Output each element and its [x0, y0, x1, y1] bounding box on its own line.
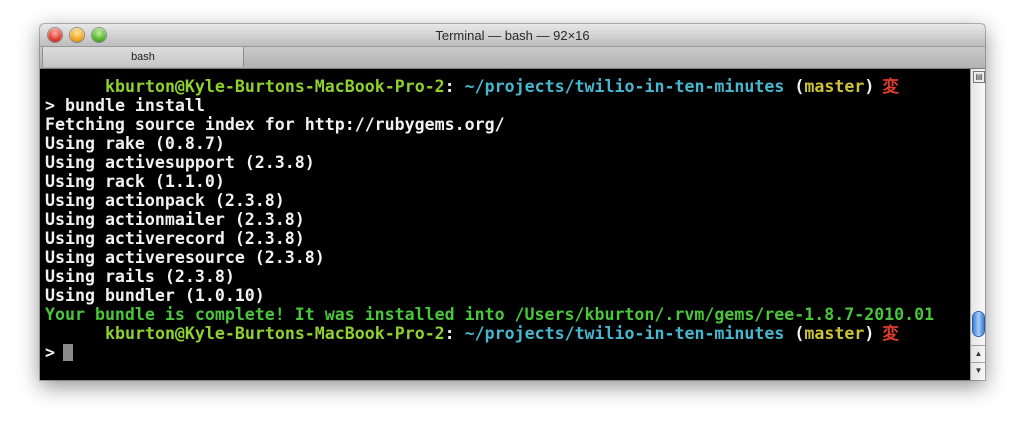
prompt-branch: master [804, 77, 865, 96]
prompt-dirty-flag: 変 [882, 77, 899, 96]
vertical-scrollbar[interactable]: ▤ ▲ ▼ [970, 69, 985, 380]
prompt-colon: : [444, 324, 455, 343]
output-line: Using bundler (1.0.10) [45, 286, 265, 305]
scroll-down-arrow-icon[interactable]: ▼ [971, 362, 985, 378]
prompt-open-paren: ( [794, 324, 805, 343]
prompt-path: ~/projects/twilio-in-ten-minutes [464, 77, 785, 96]
terminal-output[interactable]: kburton@Kyle-Burtons-MacBook-Pro-2: ~/pr… [40, 69, 970, 380]
prompt-close-paren: ) [864, 77, 875, 96]
prompt-line: kburton@Kyle-Burtons-MacBook-Pro-2: ~/pr… [45, 77, 970, 96]
text-cursor [63, 344, 73, 361]
output-line: Using activesupport (2.3.8) [45, 153, 315, 172]
output-line: Using rack (1.1.0) [45, 172, 225, 191]
prompt-line: kburton@Kyle-Burtons-MacBook-Pro-2: ~/pr… [45, 324, 970, 343]
tab-bar: bash [40, 47, 985, 69]
input-line[interactable]: > [45, 343, 970, 362]
prompt-open-paren: ( [794, 77, 805, 96]
output-line: Using rake (0.8.7) [45, 134, 225, 153]
scrollbar-thumb[interactable] [973, 312, 984, 336]
output-line: Using activeresource (2.3.8) [45, 248, 325, 267]
command-prompt-symbol: > [45, 96, 55, 115]
prompt-dirty-flag: 変 [882, 324, 899, 343]
prompt-colon: : [444, 77, 455, 96]
prompt-user-host: kburton@Kyle-Burtons-MacBook-Pro-2 [105, 77, 445, 96]
output-line: Using activerecord (2.3.8) [45, 229, 305, 248]
input-prompt-symbol: > [45, 343, 55, 362]
output-line: Using rails (2.3.8) [45, 267, 235, 286]
command-text: bundle install [65, 96, 205, 115]
terminal-window: Terminal — bash — 92×16 bash kburton@Kyl… [40, 24, 985, 380]
command-line: > bundle install [45, 96, 970, 115]
split-pane-icon[interactable]: ▤ [973, 71, 985, 83]
title-bar[interactable]: Terminal — bash — 92×16 [40, 24, 985, 47]
output-line: Using actionmailer (2.3.8) [45, 210, 305, 229]
prompt-close-paren: ) [864, 324, 875, 343]
prompt-branch: master [804, 324, 865, 343]
window-title: Terminal — bash — 92×16 [435, 28, 590, 43]
prompt-user-host: kburton@Kyle-Burtons-MacBook-Pro-2 [105, 324, 445, 343]
success-line: Your bundle is complete! It was installe… [45, 305, 935, 324]
scroll-up-arrow-icon[interactable]: ▲ [971, 345, 985, 361]
output-line: Fetching source index for http://rubygem… [45, 115, 505, 134]
output-line: Using actionpack (2.3.8) [45, 191, 285, 210]
tab-bash[interactable]: bash [42, 47, 244, 67]
prompt-path: ~/projects/twilio-in-ten-minutes [464, 324, 785, 343]
